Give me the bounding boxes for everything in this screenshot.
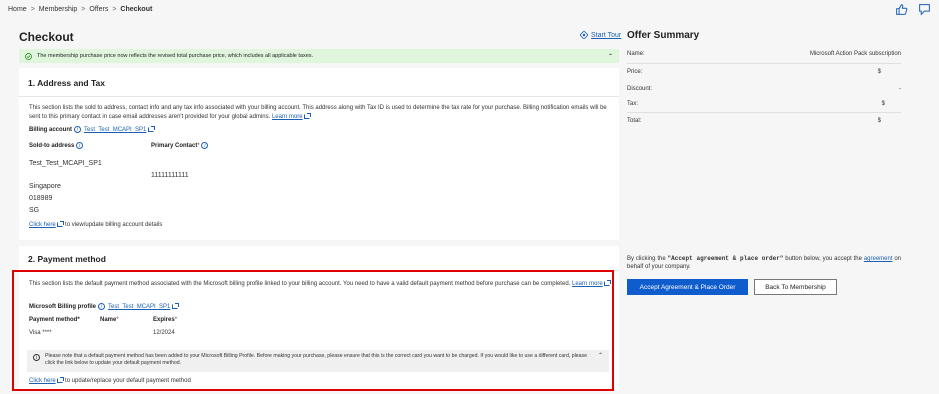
address-tax-section: 1. Address and Tax This section lists th…	[19, 68, 619, 240]
agreement-middle: button below, you accept the	[785, 256, 862, 262]
summary-divider	[627, 63, 901, 64]
agreement-prefix: By clicking the	[627, 256, 666, 262]
summary-total-value: $	[877, 118, 881, 124]
summary-row-discount: Discount: -	[627, 86, 901, 98]
address-postal: 018989	[29, 195, 53, 202]
summary-price-value: $	[877, 69, 881, 75]
external-link-icon	[304, 112, 312, 119]
back-to-membership-button[interactable]: Back To Membership	[754, 279, 837, 295]
chevron-up-icon[interactable]: ⌃	[608, 53, 613, 60]
breadcrumb-offers[interactable]: Offers	[89, 6, 108, 13]
payment-method-heading: 2. Payment method	[28, 254, 106, 264]
address-description-block: This section lists the sold to address, …	[29, 104, 609, 122]
summary-row-total: Total: $	[627, 118, 901, 130]
accept-agreement-button[interactable]: Accept Agreement & Place Order	[627, 279, 748, 295]
address-country: SG	[29, 207, 40, 214]
primary-contact-label-row: Primary Contact* i	[151, 142, 209, 151]
highlight-box	[12, 270, 614, 391]
chevron-right-icon: >	[112, 6, 117, 13]
info-icon[interactable]: i	[201, 142, 209, 149]
summary-tax-value: $	[881, 101, 885, 107]
view-billing-details-suffix: to view/update billing account details	[65, 222, 163, 228]
address-description: This section lists the sold to address, …	[29, 105, 607, 120]
page-title: Checkout	[19, 30, 74, 44]
view-billing-details-link[interactable]: Click here	[29, 222, 56, 228]
summary-row-price: Price: $	[627, 69, 901, 81]
info-banner: The membership purchase price now reflec…	[19, 49, 619, 63]
billing-details-row: Click here to view/update billing accoun…	[29, 220, 163, 230]
start-tour-label: Start Tour	[591, 31, 622, 39]
summary-row-name: Name: Microsoft Action Pack subscription	[627, 51, 901, 63]
tour-icon	[580, 31, 588, 39]
summary-name-label: Name:	[627, 51, 645, 57]
banner-text: The membership purchase price now reflec…	[37, 53, 314, 59]
summary-total-label: Total:	[627, 118, 642, 124]
agreement-button-ref: "Accept agreement & place order"	[667, 255, 784, 262]
offer-summary-title: Offer Summary	[627, 30, 700, 41]
primary-contact-label: Primary Contact	[151, 143, 198, 150]
summary-price-label: Price:	[627, 69, 643, 75]
external-link-icon	[148, 126, 156, 132]
section-divider	[19, 96, 619, 97]
agreement-link[interactable]: agreement	[864, 256, 893, 262]
chevron-right-icon: >	[81, 6, 86, 13]
billing-account-link[interactable]: Test_Test_MCAPI_SP1	[84, 127, 146, 133]
check-circle-icon	[25, 52, 32, 60]
address-city: Singapore	[29, 183, 61, 190]
info-icon[interactable]: i	[73, 126, 81, 133]
breadcrumb: Home > Membership > Offers > Checkout	[8, 6, 152, 13]
summary-divider	[627, 112, 901, 113]
agreement-text: By clicking the "Accept agreement & plac…	[627, 255, 901, 271]
sold-to-label: Sold-to address	[29, 143, 75, 150]
summary-discount-value: -	[899, 86, 901, 92]
start-tour-link[interactable]: Start Tour	[580, 31, 621, 39]
primary-contact-value: 11111111111	[151, 172, 189, 179]
breadcrumb-home[interactable]: Home	[8, 6, 27, 13]
info-icon[interactable]: i	[76, 142, 84, 149]
required-marker: *	[197, 143, 200, 150]
external-link-icon	[57, 220, 65, 227]
summary-tax-label: Tax:	[627, 101, 639, 107]
breadcrumb-membership[interactable]: Membership	[39, 6, 78, 13]
billing-account-row: Billing account i Test_Test_MCAPI_SP1	[29, 126, 156, 135]
feedback-icons	[895, 3, 931, 18]
address-learn-more-link[interactable]: Learn more	[272, 114, 303, 120]
sold-to-label-row: Sold-to address i	[29, 142, 84, 151]
breadcrumb-checkout: Checkout	[120, 6, 153, 13]
summary-discount-label: Discount:	[627, 86, 653, 92]
thumbs-up-icon[interactable]	[895, 3, 908, 18]
feedback-icon[interactable]	[918, 3, 931, 18]
billing-account-label: Billing account	[29, 127, 73, 134]
sold-to-name: Test_Test_MCAPI_SP1	[29, 160, 102, 167]
chevron-right-icon: >	[30, 6, 35, 13]
summary-name-value: Microsoft Action Pack subscription	[809, 51, 901, 57]
address-tax-heading: 1. Address and Tax	[28, 78, 105, 88]
